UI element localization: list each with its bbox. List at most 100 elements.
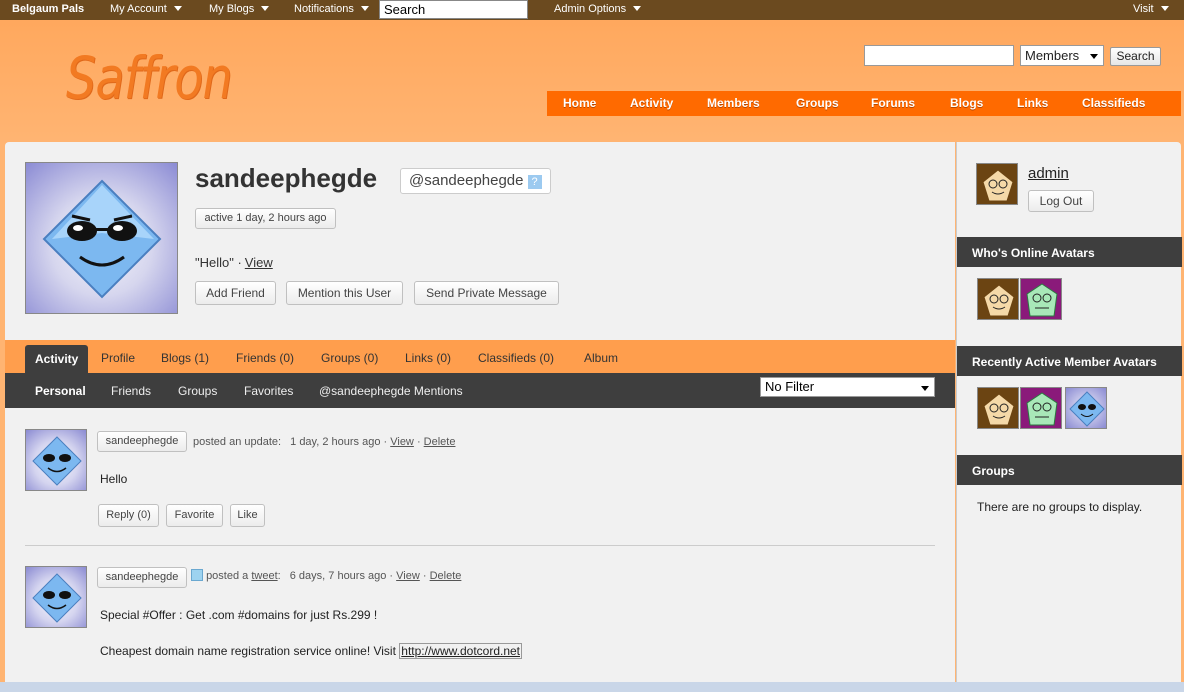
admin-avatar[interactable]	[976, 163, 1018, 205]
activity-meta: posted an update: 1 day, 2 hours ago · V…	[193, 436, 456, 448]
activity-delete-link[interactable]: Delete	[424, 436, 456, 448]
groups-empty-message: There are no groups to display.	[977, 500, 1143, 514]
tab-friends[interactable]: Friends (0)	[236, 351, 294, 365]
profile-name: sandeephegde	[195, 163, 378, 193]
tab-groups[interactable]: Groups (0)	[321, 351, 378, 365]
tab-links[interactable]: Links (0)	[405, 351, 451, 365]
site-name-link[interactable]: Belgaum Pals	[12, 3, 84, 15]
adminbar-search-input[interactable]: Search	[379, 0, 528, 19]
favorite-button[interactable]: Favorite	[166, 504, 223, 527]
nav-forums[interactable]: Forums	[871, 96, 915, 110]
activity-subnav: Personal Friends Groups Favorites @sande…	[5, 373, 955, 408]
my-blogs-label: My Blogs	[209, 3, 255, 15]
send-message-button[interactable]: Send Private Message	[414, 281, 559, 305]
profile-tabs: Activity Profile Blogs (1) Friends (0) G…	[5, 340, 955, 373]
subnav-friends[interactable]: Friends	[111, 384, 151, 398]
last-active-badge: active 1 day, 2 hours ago	[195, 208, 336, 229]
smiley-avatar-icon	[42, 179, 162, 299]
recent-member-avatar[interactable]	[1020, 387, 1062, 429]
visit-label: Visit	[1133, 3, 1154, 15]
add-friend-button[interactable]: Add Friend	[195, 281, 276, 305]
tab-activity[interactable]: Activity	[25, 345, 89, 373]
status-text: "Hello" ·	[195, 255, 242, 270]
chevron-down-icon	[261, 6, 270, 11]
profile-avatar[interactable]	[25, 162, 178, 314]
desktop-background-strip	[0, 682, 1184, 692]
notifications-label: Notifications	[294, 3, 354, 15]
tweet-link[interactable]: tweet	[251, 570, 277, 582]
activity-view-link[interactable]: View	[396, 570, 420, 582]
activity-action: posted a	[206, 570, 249, 582]
nav-home[interactable]: Home	[563, 96, 596, 110]
subnav-mentions[interactable]: @sandeephegde Mentions	[319, 384, 463, 398]
status-view-link[interactable]: View	[245, 255, 273, 270]
admin-name-link[interactable]: admin	[1028, 165, 1069, 182]
activity-avatar[interactable]	[25, 566, 87, 628]
notifications-menu[interactable]: Notifications	[294, 3, 369, 15]
header-search-button[interactable]: Search	[1110, 47, 1161, 66]
nav-groups[interactable]: Groups	[796, 96, 839, 110]
my-blogs-menu[interactable]: My Blogs	[209, 3, 270, 15]
activity-view-link[interactable]: View	[390, 436, 414, 448]
activity-time: 6 days, 7 hours ago ·	[289, 570, 394, 582]
chevron-down-icon	[173, 6, 182, 11]
admin-bar: Belgaum Pals My Account My Blogs Notific…	[0, 0, 1184, 20]
online-member-avatar[interactable]	[977, 278, 1019, 320]
activity-avatar[interactable]	[25, 429, 87, 491]
admin-options-menu[interactable]: Admin Options	[554, 3, 642, 15]
activity-delete-link[interactable]: Delete	[430, 570, 462, 582]
visit-menu[interactable]: Visit	[1133, 3, 1169, 15]
nav-classifieds[interactable]: Classifieds	[1082, 96, 1145, 110]
activity-user-link[interactable]: sandeephegde	[97, 567, 187, 588]
activity-content: Special #Offer : Get .com #domains for j…	[100, 608, 378, 622]
online-member-avatar[interactable]	[1020, 278, 1062, 320]
monster-face-icon	[1026, 283, 1058, 317]
my-account-label: My Account	[110, 3, 167, 15]
whos-online-title: Who's Online Avatars	[957, 237, 1182, 267]
activity-content-line: Cheapest domain name registration servic…	[100, 643, 523, 659]
recent-members-title: Recently Active Member Avatars	[957, 346, 1182, 376]
recent-member-avatar[interactable]	[1065, 387, 1107, 429]
nav-activity[interactable]: Activity	[630, 96, 673, 110]
my-account-menu[interactable]: My Account	[110, 3, 182, 15]
reply-button[interactable]: Reply (0)	[98, 504, 159, 527]
external-link[interactable]: http://www.dotcord.net	[399, 643, 523, 659]
activity-filter-select[interactable]: No Filter	[760, 377, 935, 397]
recent-member-avatar[interactable]	[977, 387, 1019, 429]
main-nav: Home Activity Members Groups Forums Blog…	[547, 91, 1181, 116]
nav-links[interactable]: Links	[1017, 96, 1048, 110]
subnav-groups[interactable]: Groups	[178, 384, 217, 398]
tab-album[interactable]: Album	[584, 351, 618, 365]
smiley-avatar-icon	[1069, 391, 1105, 427]
log-out-button[interactable]: Log Out	[1028, 190, 1094, 212]
admin-face-icon	[982, 169, 1014, 202]
activity-user-link[interactable]: sandeephegde	[97, 431, 187, 452]
admin-options-label: Admin Options	[554, 3, 627, 15]
activity-content: Hello	[100, 472, 128, 486]
chevron-down-icon	[1160, 6, 1169, 11]
site-logo[interactable]: Saffron	[66, 44, 233, 112]
tab-classifieds[interactable]: Classifieds (0)	[478, 351, 554, 365]
tab-profile[interactable]: Profile	[101, 351, 135, 365]
chevron-down-icon	[633, 6, 642, 11]
tab-blogs[interactable]: Blogs (1)	[161, 351, 209, 365]
help-icon[interactable]: ?	[527, 175, 542, 189]
subnav-personal[interactable]: Personal	[35, 384, 86, 398]
header-search-input[interactable]	[864, 45, 1014, 66]
mention-user-button[interactable]: Mention this User	[286, 281, 403, 305]
activity-meta: posted a tweet: 6 days, 7 hours ago · Vi…	[191, 569, 461, 582]
filter-value: No Filter	[765, 379, 815, 394]
like-button[interactable]: Like	[230, 504, 265, 527]
twitter-icon	[191, 569, 203, 581]
profile-handle: @sandeephegde?	[400, 168, 551, 194]
nav-members[interactable]: Members	[707, 96, 760, 110]
latest-status: "Hello" · View	[195, 255, 273, 270]
subnav-favorites[interactable]: Favorites	[244, 384, 293, 398]
search-scope-select[interactable]: Members	[1020, 45, 1104, 66]
chevron-down-icon	[360, 6, 369, 11]
handle-text: @sandeephegde	[409, 172, 524, 189]
smiley-avatar-icon	[32, 573, 82, 623]
groups-widget-title: Groups	[957, 455, 1182, 485]
nav-blogs[interactable]: Blogs	[950, 96, 983, 110]
chevron-down-icon	[921, 386, 929, 391]
